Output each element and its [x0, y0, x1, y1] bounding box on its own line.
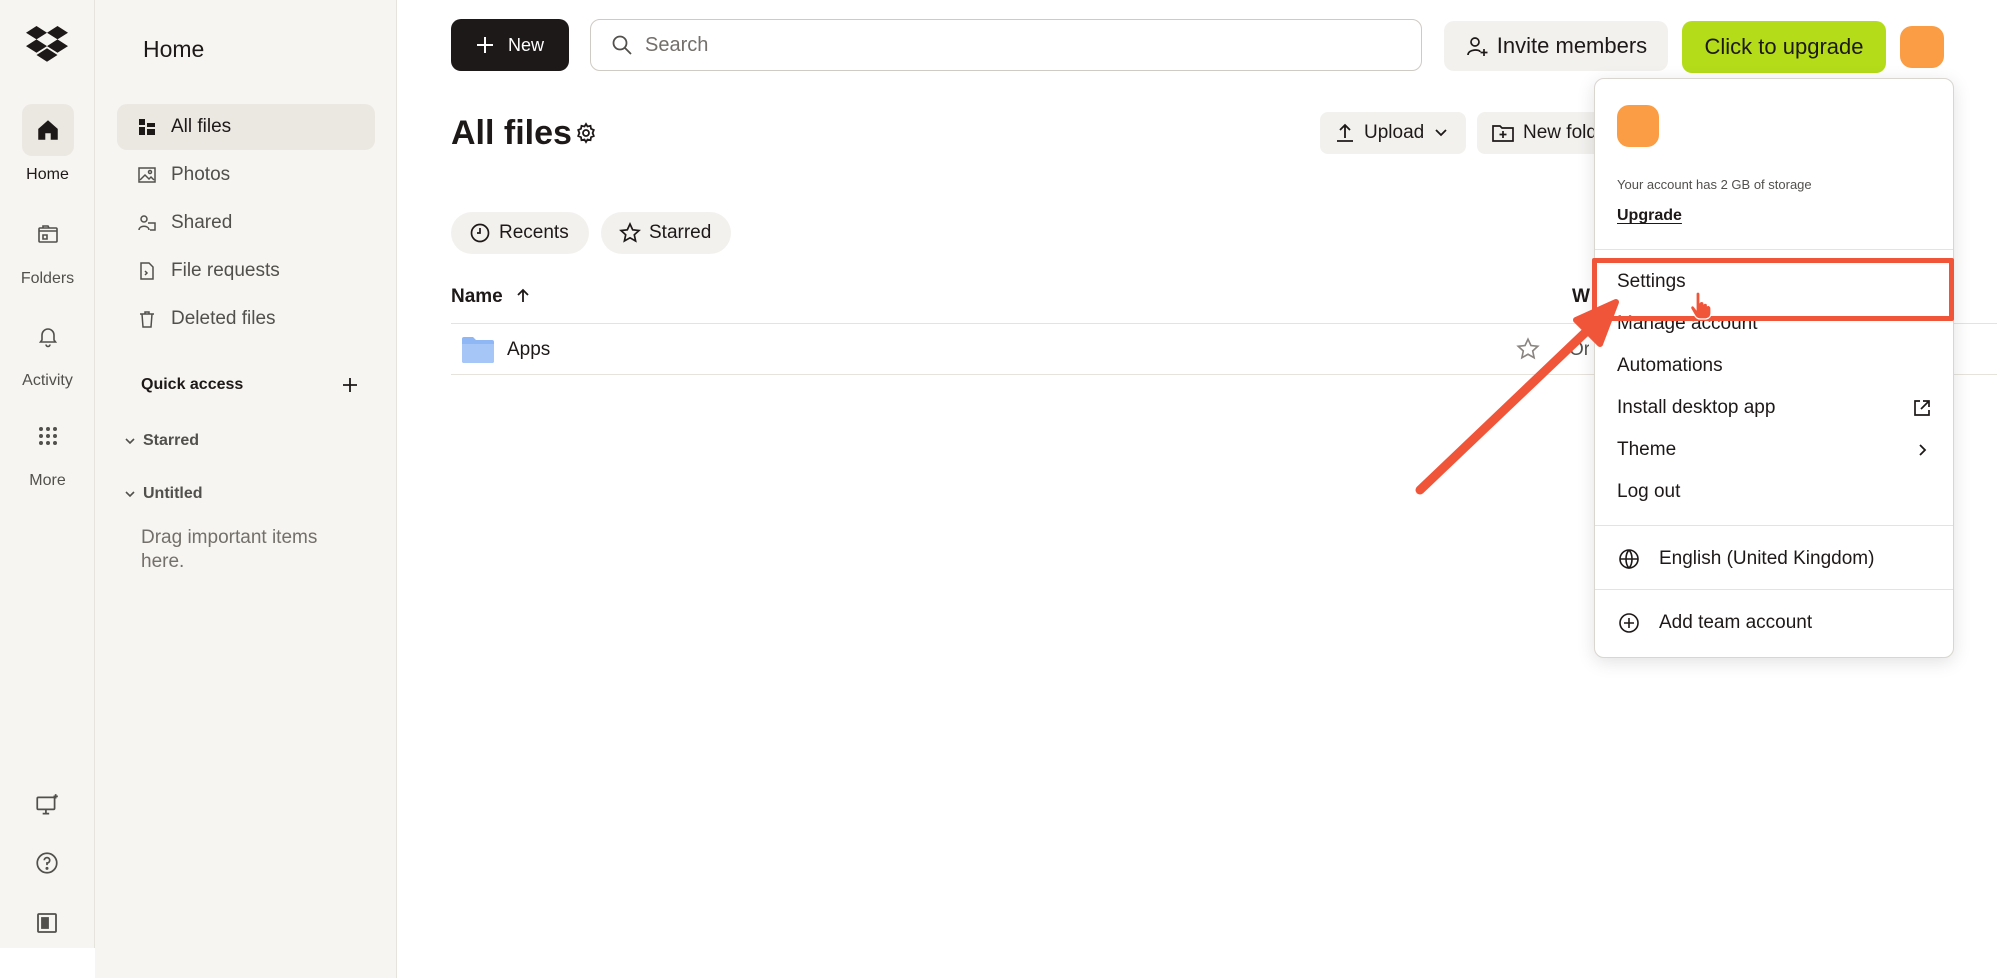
- sidebar: Home All files Photos Shared File reques…: [95, 0, 397, 978]
- sidebar-item-label: All files: [171, 116, 232, 137]
- menu-item-label: Install desktop app: [1617, 397, 1776, 418]
- search-input[interactable]: [645, 33, 1405, 57]
- menu-divider: [1595, 589, 1953, 590]
- chevron-right-icon: [1919, 444, 1927, 456]
- row-name: Apps: [507, 339, 551, 360]
- menu-item-theme[interactable]: Theme: [1617, 439, 1933, 461]
- annotation-arrow-icon: [1415, 299, 1619, 495]
- menu-avatar: [1617, 105, 1659, 147]
- menu-item-automations[interactable]: Automations: [1617, 355, 1933, 377]
- page-title: All files: [451, 114, 572, 152]
- sidebar-item-shared[interactable]: Shared: [117, 200, 375, 246]
- sidebar-item-deleted-files[interactable]: Deleted files: [117, 296, 375, 342]
- photos-icon: [138, 167, 156, 183]
- starred-chip[interactable]: Starred: [601, 212, 732, 254]
- all-files-icon: [139, 119, 155, 135]
- menu-item-log-out[interactable]: Log out: [1617, 481, 1933, 503]
- folders-icon: [37, 225, 58, 243]
- home-icon: [37, 120, 58, 140]
- sidebar-item-label: Deleted files: [171, 308, 276, 329]
- drag-hint: Drag important items here.: [141, 527, 318, 572]
- rail-label: More: [29, 472, 66, 489]
- plus-icon: [476, 37, 493, 53]
- add-quick-access-button[interactable]: [339, 374, 361, 396]
- upload-label: Upload: [1364, 122, 1425, 143]
- new-folder-button[interactable]: New folder: [1477, 112, 1597, 154]
- sidebar-item-label: File requests: [171, 260, 280, 281]
- sidebar-item-file-requests[interactable]: File requests: [117, 248, 375, 294]
- globe-icon: [1619, 549, 1639, 570]
- tree-label: Untitled: [143, 485, 203, 502]
- clock-icon: [470, 223, 490, 243]
- storage-info: Your account has 2 GB of storage: [1617, 177, 1812, 192]
- sidebar-item-label: Shared: [171, 212, 233, 233]
- quick-access-heading: Quick access: [141, 376, 244, 393]
- recents-chip[interactable]: Recents: [451, 212, 589, 254]
- new-button-label: New: [507, 34, 544, 55]
- sidebar-item-label: Photos: [171, 164, 231, 185]
- rail-label: Activity: [22, 372, 73, 389]
- left-rail: Home Folders Activity More: [0, 0, 95, 948]
- tree-untitled[interactable]: Untitled: [123, 485, 203, 503]
- panel-icon[interactable]: [30, 906, 64, 940]
- menu-item-label: English (United Kingdom): [1659, 548, 1875, 569]
- menu-divider: [1595, 249, 1953, 250]
- rail-label: Home: [26, 166, 69, 183]
- search-bar[interactable]: [590, 19, 1422, 71]
- rail-item-home[interactable]: Home: [0, 104, 95, 184]
- help-icon[interactable]: [30, 846, 64, 880]
- column-header-name[interactable]: Name: [451, 286, 533, 308]
- star-icon: [619, 222, 641, 243]
- folder-settings-button[interactable]: [574, 121, 598, 145]
- tree-starred[interactable]: Starred: [123, 432, 199, 450]
- upgrade-link[interactable]: Upgrade: [1617, 207, 1682, 225]
- trash-icon: [140, 311, 154, 328]
- rail-item-folders[interactable]: Folders: [0, 208, 95, 288]
- rail-item-more[interactable]: More: [0, 410, 95, 490]
- folder-icon: [462, 337, 494, 363]
- hand-cursor-icon: [1690, 292, 1712, 320]
- plus-icon: [343, 378, 357, 392]
- upgrade-button[interactable]: Click to upgrade: [1682, 21, 1886, 73]
- file-requests-icon: [140, 262, 154, 280]
- desktop-icon[interactable]: [30, 788, 64, 822]
- chevron-down-icon: [125, 491, 135, 498]
- external-link-icon: [1914, 400, 1930, 416]
- dropbox-logo-icon[interactable]: [26, 26, 68, 62]
- chevron-down-icon: [1435, 129, 1447, 137]
- menu-item-label: Add team account: [1659, 612, 1813, 633]
- menu-item-language[interactable]: English (United Kingdom): [1617, 547, 1933, 571]
- new-button[interactable]: New: [451, 19, 569, 71]
- arrow-up-icon: [517, 288, 529, 302]
- upload-icon: [1337, 123, 1353, 142]
- new-folder-icon: [1492, 125, 1514, 142]
- annotation-highlight-box: [1592, 258, 1954, 321]
- column-header-label: Name: [451, 286, 503, 307]
- invite-members-label: Invite members: [1496, 33, 1648, 58]
- sidebar-item-photos[interactable]: Photos: [117, 152, 375, 198]
- shared-icon: [138, 215, 156, 231]
- bell-icon: [38, 328, 57, 348]
- add-circle-icon: [1619, 613, 1639, 633]
- upload-button[interactable]: Upload: [1320, 112, 1466, 154]
- grid-icon: [38, 427, 57, 445]
- chevron-down-icon: [125, 438, 135, 445]
- chip-label: Starred: [649, 222, 712, 243]
- menu-divider: [1595, 525, 1953, 526]
- new-folder-label: New folder: [1523, 122, 1597, 143]
- sidebar-title: Home: [143, 36, 205, 62]
- tree-label: Starred: [143, 432, 200, 449]
- invite-members-button[interactable]: Invite members: [1444, 21, 1668, 71]
- menu-item-install-desktop-app[interactable]: Install desktop app: [1617, 397, 1933, 419]
- rail-item-activity[interactable]: Activity: [0, 310, 95, 390]
- search-icon: [612, 35, 632, 55]
- account-menu: Your account has 2 GB of storage Upgrade…: [1594, 78, 1954, 658]
- chip-label: Recents: [499, 222, 569, 243]
- sidebar-item-all-files[interactable]: All files: [117, 104, 375, 150]
- gear-icon: [577, 122, 595, 144]
- add-user-icon: [1466, 37, 1488, 56]
- rail-label: Folders: [20, 270, 75, 287]
- account-avatar[interactable]: [1900, 26, 1944, 68]
- menu-item-add-team-account[interactable]: Add team account: [1617, 611, 1933, 635]
